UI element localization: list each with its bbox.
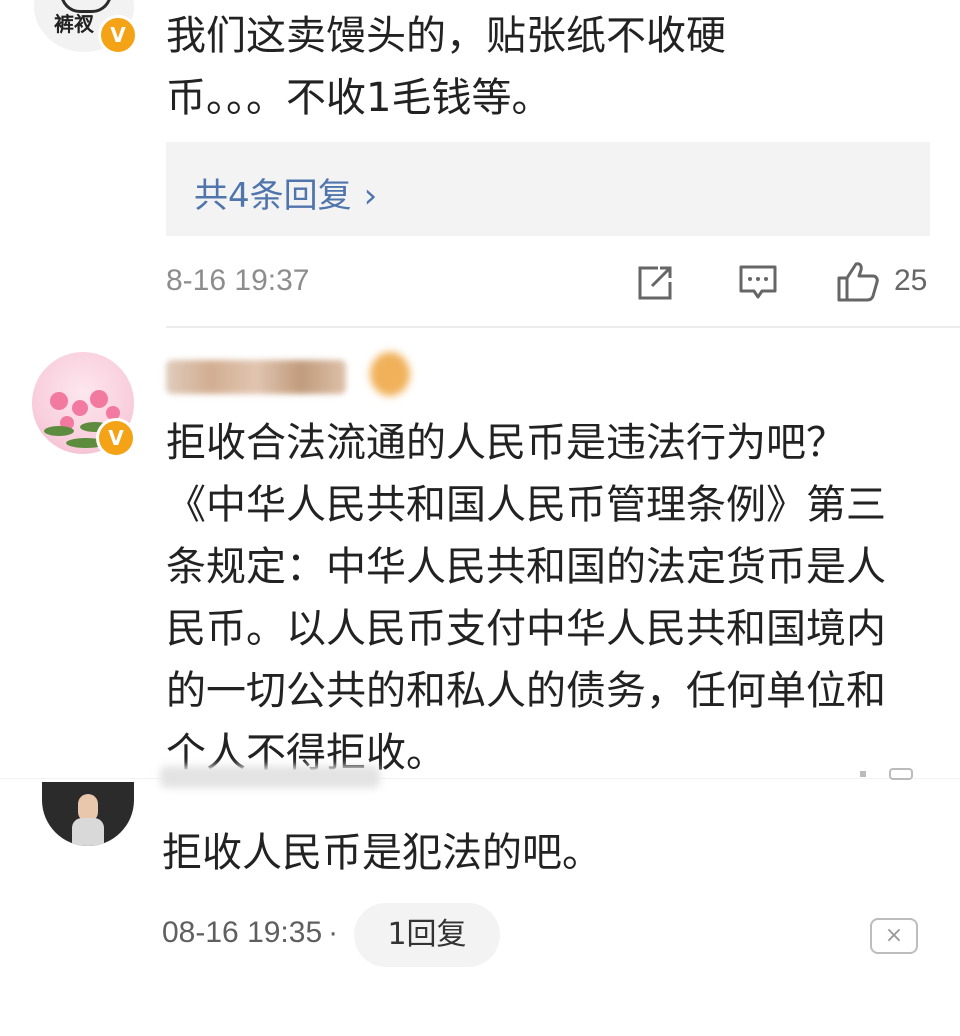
blurred-username[interactable]	[160, 766, 380, 788]
chevron-right-icon: ›	[363, 176, 378, 216]
comment-divider	[166, 326, 960, 328]
like-count: 25	[894, 264, 928, 297]
blurred-username[interactable]	[166, 360, 346, 394]
like-icon[interactable]	[836, 260, 880, 306]
separator-dot: ·	[328, 916, 339, 949]
close-icon[interactable]: ×	[870, 918, 918, 954]
leaf-shape	[44, 426, 74, 436]
flower-shape	[72, 400, 88, 416]
avatar-text: 裤衩	[54, 12, 94, 36]
more-options-icon[interactable]	[856, 766, 916, 780]
comment-timestamp: 08-16 19:35 ·	[162, 916, 338, 950]
comment-text: 拒收合法流通的人民币是违法行为吧？《中华人民共和国人民币管理条例》第三条规定：中…	[166, 420, 886, 776]
blurred-badge-icon	[370, 352, 410, 396]
comment-icon[interactable]	[738, 264, 778, 306]
flower-shape	[50, 392, 68, 410]
avatar-shirt	[72, 818, 104, 846]
share-icon[interactable]	[636, 264, 676, 306]
verified-badge-icon: V	[96, 418, 136, 458]
replies-panel[interactable]: 共4条回复 ›	[166, 142, 930, 236]
timestamp-text: 08-16 19:35	[162, 916, 323, 949]
reply-count-button[interactable]: 1回复	[354, 903, 500, 967]
replies-label: 共4条回复	[194, 176, 352, 216]
comment-text: 我们这卖馒头的，贴张纸不收硬币。。。不收1毛钱等。	[166, 13, 726, 121]
view-replies-link[interactable]: 共4条回复 ›	[194, 168, 377, 217]
comment-text: 拒收人民币是犯法的吧。	[162, 830, 602, 876]
comment-timestamp: 8-16 19:37	[166, 264, 310, 297]
verified-badge-icon: V	[98, 15, 138, 55]
flower-shape	[90, 390, 108, 408]
